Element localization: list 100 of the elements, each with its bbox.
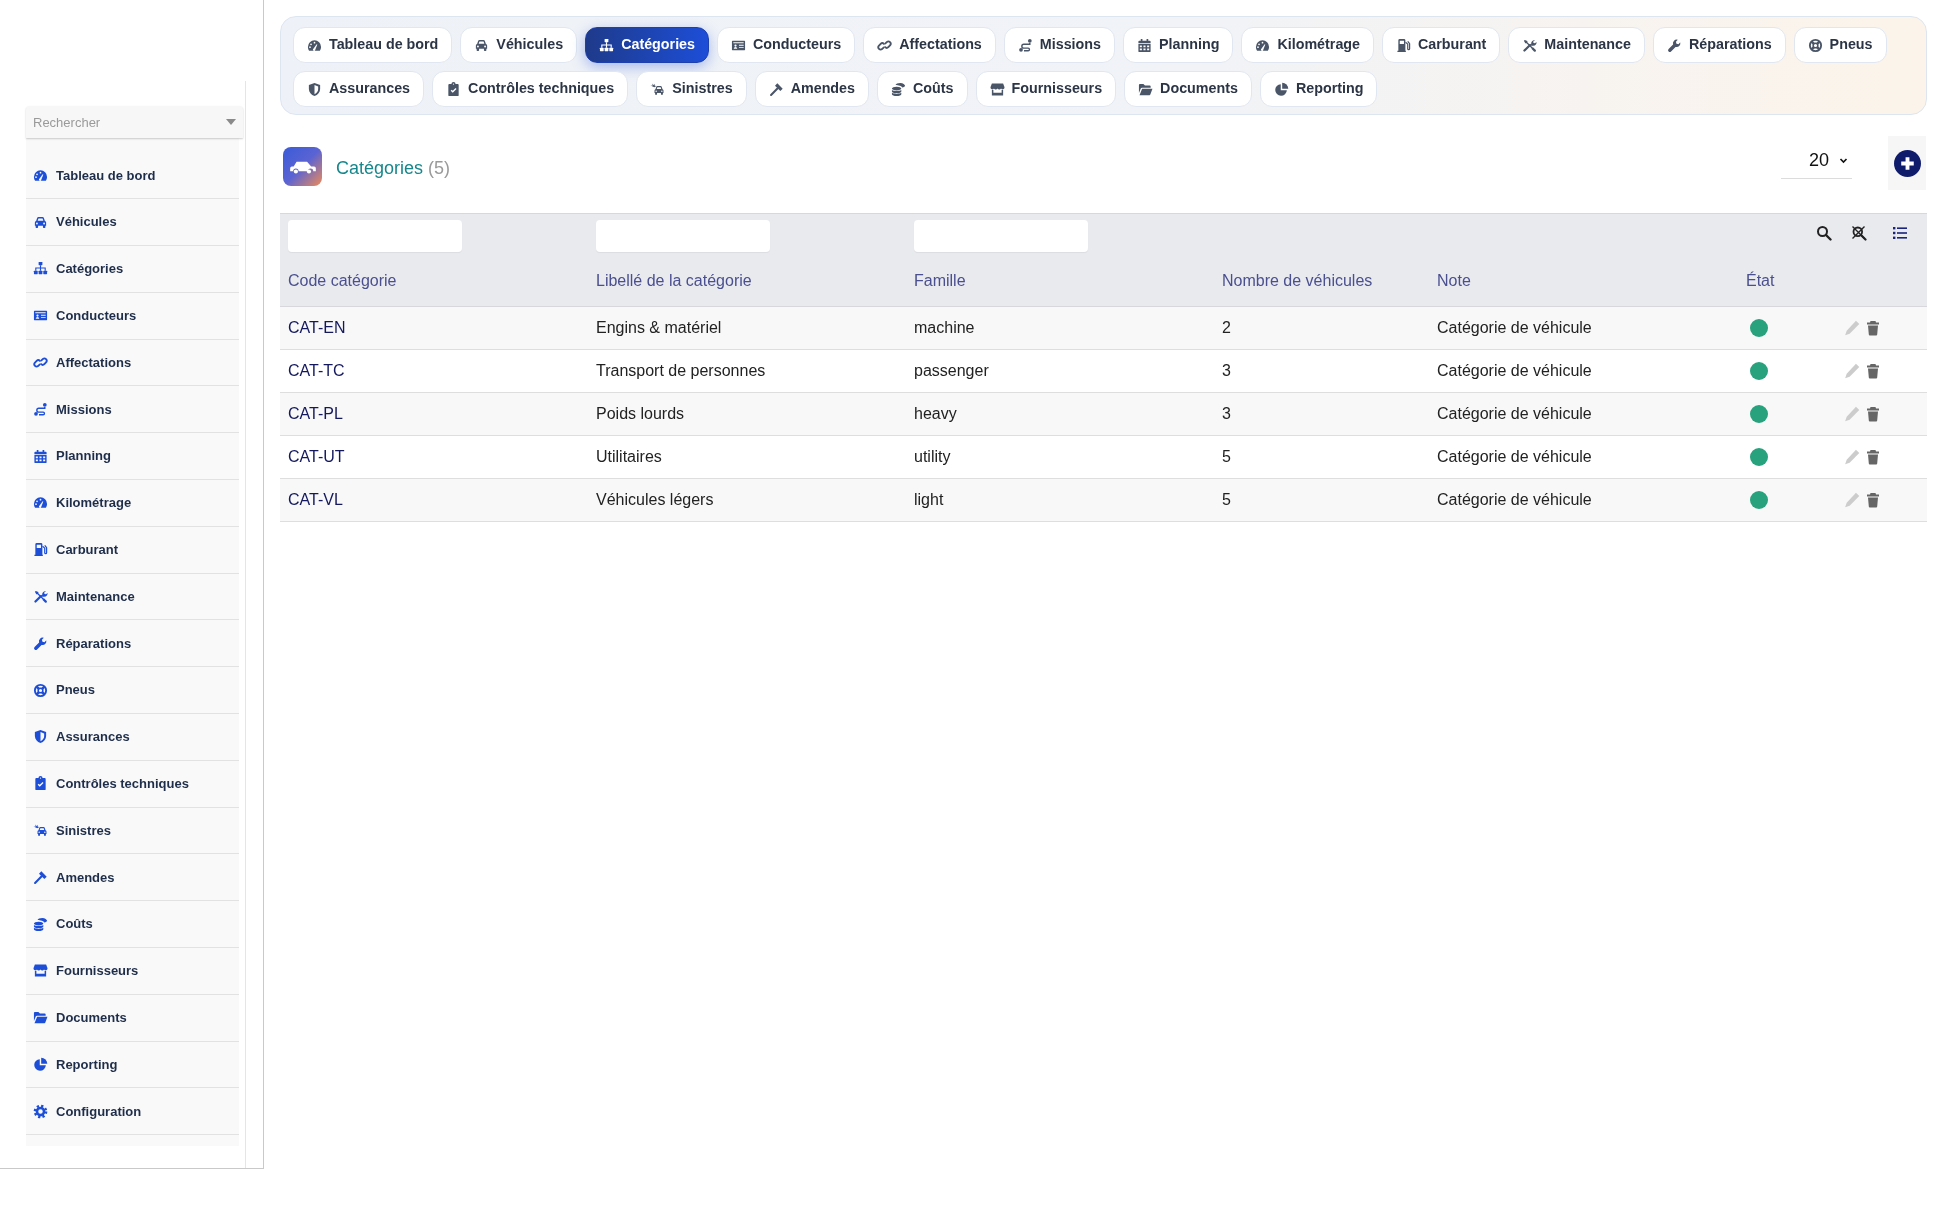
list-icon[interactable] — [1892, 224, 1908, 241]
sidebar-item[interactable]: Véhicules — [26, 199, 239, 247]
wrench-icon — [1666, 37, 1682, 53]
sidebar-item[interactable]: Affectations — [26, 339, 239, 387]
sidebar-item[interactable]: Reporting — [26, 1041, 239, 1089]
table-cell: passenger — [914, 362, 989, 379]
trash-icon[interactable] — [1865, 448, 1881, 466]
filter-field[interactable] — [288, 220, 462, 252]
sidebar-item[interactable]: Fournisseurs — [26, 948, 239, 995]
search-icon[interactable] — [1816, 224, 1832, 241]
table-cell: CAT-UT — [288, 448, 345, 465]
nav-tab[interactable]: Carburant — [1382, 27, 1501, 63]
link-icon — [33, 355, 48, 371]
sidebar-item[interactable]: Pneus — [26, 667, 239, 715]
pie-chart-icon — [33, 1057, 48, 1073]
sidebar-item[interactable]: Documents — [26, 994, 239, 1042]
shop-icon — [33, 963, 48, 979]
gear-icon — [33, 1103, 48, 1119]
nav-tab[interactable]: Catégories — [585, 27, 710, 63]
filter-field[interactable] — [596, 220, 770, 252]
sidebar-item[interactable]: Sinistres — [26, 807, 239, 855]
fuel-pump-icon — [33, 542, 48, 558]
link-icon — [877, 37, 893, 53]
wrench-icon — [33, 635, 48, 651]
table-cell: 5 — [1222, 448, 1231, 465]
coin-stack-icon — [33, 916, 48, 932]
column-header[interactable]: Note — [1437, 272, 1471, 289]
nav-tab[interactable]: Coûts — [877, 71, 968, 107]
table-cell: 5 — [1222, 491, 1231, 508]
table-cell: Transport de personnes — [596, 362, 766, 379]
trash-icon[interactable] — [1865, 491, 1881, 509]
column-header[interactable]: Famille — [914, 272, 966, 289]
sidebar-item[interactable]: Missions — [26, 386, 239, 434]
nav-tab[interactable]: Planning — [1123, 27, 1234, 63]
nav-tab[interactable]: Véhicules — [460, 27, 578, 63]
nav-tab[interactable]: Maintenance — [1508, 27, 1645, 63]
add-button[interactable] — [1888, 136, 1926, 190]
clear-search-icon[interactable] — [1851, 224, 1867, 241]
column-header[interactable]: Nombre de véhicules — [1222, 272, 1373, 289]
page-size-select[interactable]: 20 — [1781, 143, 1852, 179]
table-cell: Catégorie de véhicule — [1437, 491, 1592, 508]
nav-tab[interactable]: Fournisseurs — [975, 71, 1117, 107]
gauge-icon — [1255, 37, 1271, 53]
trash-icon[interactable] — [1865, 362, 1881, 380]
sidebar-item[interactable]: Coûts — [26, 901, 239, 949]
page-title: Catégories — [336, 157, 424, 180]
table-cell: machine — [914, 319, 975, 336]
nav-tab[interactable]: Missions — [1003, 27, 1115, 63]
clipboard-check-icon — [33, 776, 48, 792]
caret-down-icon[interactable] — [226, 119, 236, 125]
sidebar-item[interactable]: Assurances — [26, 714, 239, 761]
nav-tab[interactable]: Reporting — [1259, 71, 1378, 107]
sidebar-item[interactable]: Contrôles techniques — [26, 760, 239, 808]
table-cell: utility — [914, 448, 951, 465]
column-header[interactable]: Libellé de la catégorie — [596, 272, 752, 289]
table-cell: CAT-TC — [288, 362, 345, 379]
car-icon — [474, 37, 490, 53]
filter-field[interactable] — [914, 220, 1088, 252]
column-header[interactable]: État — [1746, 272, 1775, 289]
sidebar-item[interactable]: Tableau de bord — [26, 152, 239, 200]
sidebar-item[interactable]: Maintenance — [26, 573, 239, 621]
sidebar-item[interactable]: Planning — [26, 433, 239, 481]
gauge-icon — [33, 495, 48, 511]
sidebar-item[interactable]: Catégories — [26, 246, 239, 293]
column-header[interactable]: Code catégorie — [288, 272, 397, 289]
car-crash-icon — [650, 81, 666, 97]
nav-tab[interactable]: Pneus — [1793, 27, 1887, 63]
sidebar-item[interactable]: Amendes — [26, 854, 239, 902]
nav-tab[interactable]: Assurances — [293, 71, 425, 107]
sidebar-item[interactable]: Configuration — [26, 1088, 239, 1136]
sidebar-item[interactable]: Réparations — [26, 620, 239, 668]
nav-tab[interactable]: Tableau de bord — [293, 27, 453, 63]
clipboard-check-icon — [446, 81, 462, 97]
nav-tab[interactable]: Contrôles techniques — [432, 71, 629, 107]
table-cell: CAT-PL — [288, 405, 343, 422]
car-crash-icon — [33, 823, 48, 839]
car-icon — [33, 214, 48, 230]
route-icon — [33, 401, 48, 417]
chevron-down-icon — [1839, 156, 1848, 165]
nav-tab[interactable]: Kilométrage — [1241, 27, 1375, 63]
sidebar-item[interactable]: Conducteurs — [26, 292, 239, 340]
table-cell: 2 — [1222, 319, 1231, 336]
nav-tab[interactable]: Documents — [1124, 71, 1252, 107]
search-field[interactable]: Rechercher — [26, 106, 243, 138]
nav-tab[interactable]: Affectations — [863, 27, 996, 63]
hierarchy-icon — [33, 261, 48, 277]
lifebuoy-icon — [1807, 37, 1823, 53]
table-cell: 3 — [1222, 362, 1231, 379]
trash-icon[interactable] — [1865, 319, 1881, 337]
sidebar-item[interactable]: Kilométrage — [26, 480, 239, 527]
fuel-pump-icon — [1396, 37, 1412, 53]
table-cell: CAT-VL — [288, 491, 343, 508]
table-cell: Utilitaires — [596, 448, 662, 465]
nav-tab[interactable]: Amendes — [754, 71, 869, 107]
nav-tab[interactable]: Sinistres — [636, 71, 747, 107]
sidebar-item[interactable]: Carburant — [26, 526, 239, 574]
nav-tab[interactable]: Conducteurs — [717, 27, 856, 63]
trash-icon[interactable] — [1865, 405, 1881, 423]
lifebuoy-icon — [33, 682, 48, 698]
nav-tab[interactable]: Réparations — [1652, 27, 1786, 63]
